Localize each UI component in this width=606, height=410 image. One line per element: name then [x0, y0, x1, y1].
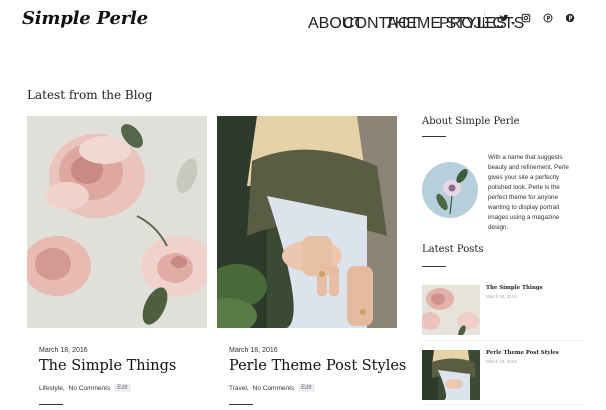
- latest-separator: [422, 340, 582, 341]
- post-divider: [39, 404, 63, 405]
- instagram-icon[interactable]: [521, 13, 531, 23]
- post-title-link[interactable]: Perle Theme Post Styles: [229, 358, 406, 374]
- about-text: With a name that suggests beauty and ref…: [488, 154, 569, 232]
- latest-post-thumbnail[interactable]: [422, 285, 480, 335]
- latest-post-title[interactable]: The Simple Things: [486, 285, 543, 291]
- post-title-link[interactable]: The Simple Things: [39, 358, 176, 374]
- post-date: March 18, 2016: [39, 347, 88, 354]
- latest-post-title[interactable]: Perle Theme Post Styles: [486, 350, 559, 356]
- about-widget-title: About Simple Perle: [422, 116, 520, 127]
- latest-widget-title: Latest Posts: [422, 244, 484, 255]
- latest-post-date: March 18, 2016: [486, 294, 517, 299]
- section-title: Latest from the Blog: [27, 88, 153, 102]
- edit-link[interactable]: Edit: [114, 384, 131, 392]
- edit-link[interactable]: Edit: [298, 384, 315, 392]
- widget-divider: [422, 136, 446, 137]
- pinterest-icon[interactable]: [565, 13, 575, 23]
- twitter-icon[interactable]: [499, 13, 509, 23]
- latest-post-thumbnail[interactable]: [422, 350, 480, 400]
- comments-link[interactable]: No Comments: [69, 385, 111, 392]
- nav-divider: [484, 10, 485, 24]
- latest-post-item[interactable]: The Simple Things March 18, 2016: [422, 285, 582, 339]
- latest-post-item[interactable]: Perle Theme Post Styles March 18, 2016: [422, 350, 582, 404]
- post-divider: [229, 404, 253, 405]
- site-logo[interactable]: Simple Perle: [22, 8, 148, 29]
- latest-separator: [422, 404, 582, 405]
- post-date: March 18, 2016: [229, 347, 278, 354]
- comments-link[interactable]: No Comments: [253, 385, 295, 392]
- pinterest-icon[interactable]: [543, 13, 553, 23]
- category-link[interactable]: Travel,: [229, 385, 249, 392]
- post-meta: Lifestyle, No Comments Edit: [39, 384, 131, 392]
- category-link[interactable]: Lifestyle,: [39, 385, 65, 392]
- latest-post-date: March 18, 2016: [486, 359, 517, 364]
- post-image-rings[interactable]: [217, 116, 397, 328]
- post-meta: Travel, No Comments Edit: [229, 384, 315, 392]
- widget-divider: [422, 266, 446, 267]
- nav-projects[interactable]: PROJECTS: [439, 15, 524, 33]
- post-image-roses[interactable]: [27, 116, 207, 328]
- about-avatar: [422, 162, 478, 218]
